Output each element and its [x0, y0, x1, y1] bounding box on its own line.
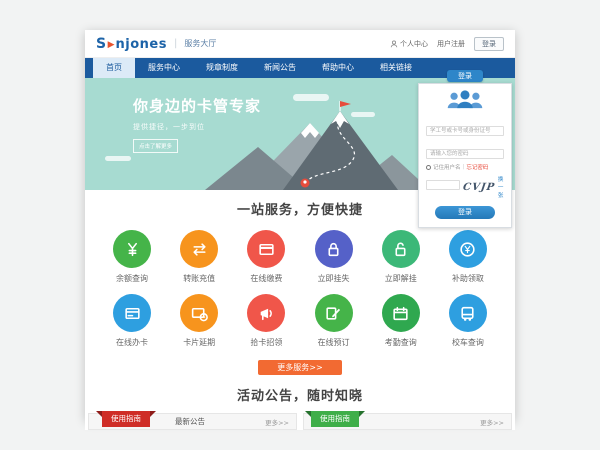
logo[interactable]: S ▶ njones: [96, 36, 167, 52]
service-item-10[interactable]: 考勤查询: [370, 294, 432, 348]
nav-item-2[interactable]: 规章制度: [193, 58, 251, 78]
person-icon: [390, 40, 398, 48]
portal-page: S ▶ njones | 服务大厅 个人中心 用户注册 登录 首页服务中心规章制…: [85, 30, 515, 420]
user-center-label: 个人中心: [400, 39, 428, 49]
nav-item-4[interactable]: 帮助中心: [309, 58, 367, 78]
lock-icon: [315, 230, 353, 268]
guide-ribbon-red[interactable]: 使用指南: [102, 411, 150, 427]
nav-item-5[interactable]: 相关链接: [367, 58, 425, 78]
logo-text-rest: njones: [116, 37, 167, 52]
captcha-image: CVJP: [462, 182, 496, 193]
services-grid: 余额查询转账充值在线缴费立即挂失立即解挂补助领取在线办卡卡片延期拾卡招领在线预订…: [85, 220, 515, 348]
header-login-button[interactable]: 登录: [474, 37, 504, 51]
nav-item-1[interactable]: 服务中心: [135, 58, 193, 78]
service-item-0[interactable]: 余额查询: [101, 230, 163, 284]
card-pay-icon: [247, 230, 285, 268]
users-icon: [426, 89, 504, 113]
more-link-left[interactable]: 更多>>: [265, 417, 289, 427]
service-label: 在线办卡: [101, 337, 163, 348]
card-clock-icon: [180, 294, 218, 332]
service-item-1[interactable]: 转账充值: [168, 230, 230, 284]
login-form: 记住用户名 | 忘记密码 CVJP 换一张 登录: [418, 83, 512, 228]
top-header: S ▶ njones | 服务大厅 个人中心 用户注册 登录: [85, 30, 515, 58]
latest-announcements-tab[interactable]: 最新公告: [175, 416, 205, 427]
service-item-7[interactable]: 卡片延期: [168, 294, 230, 348]
service-label: 转账充值: [168, 273, 230, 284]
user-center-link[interactable]: 个人中心: [390, 39, 428, 49]
service-item-11[interactable]: 校车查询: [437, 294, 499, 348]
nav-item-0[interactable]: 首页: [93, 58, 135, 78]
login-panel: 登录 记住用户名 | 忘记密码 CVJP 换一张: [418, 70, 512, 228]
captcha-refresh-link[interactable]: 换一张: [498, 175, 504, 199]
more-services-button[interactable]: 更多服务>>: [258, 360, 342, 375]
service-label: 补助领取: [437, 273, 499, 284]
hero-subtitle: 提供捷径，一步到位: [133, 122, 261, 132]
login-tab[interactable]: 登录: [447, 70, 483, 82]
service-item-2[interactable]: 在线缴费: [235, 230, 297, 284]
service-label: 考勤查询: [370, 337, 432, 348]
register-label: 用户注册: [437, 39, 465, 49]
guide-ribbon-green[interactable]: 使用指南: [311, 411, 359, 427]
guide-panel-right: 使用指南 更多>>: [303, 413, 512, 430]
service-label: 在线预订: [303, 337, 365, 348]
coin-icon: [449, 230, 487, 268]
service-label: 余额查询: [101, 273, 163, 284]
announcements-title: 活动公告，随时知晓: [85, 385, 515, 404]
logo-text-s: S: [96, 36, 107, 52]
remember-label: 记住用户名: [433, 163, 461, 171]
cloud-shape: [105, 156, 131, 161]
site-name: 服务大厅: [184, 38, 216, 49]
captcha-input[interactable]: [426, 180, 460, 190]
password-input[interactable]: [426, 149, 504, 159]
service-label: 拾卡招领: [235, 337, 297, 348]
service-item-5[interactable]: 补助领取: [437, 230, 499, 284]
nav-item-3[interactable]: 新闻公告: [251, 58, 309, 78]
announcements-section: 活动公告，随时知晓 使用指南 最新公告 更多>> 使用指南 更多>>: [85, 385, 515, 430]
pencil-icon: [315, 294, 353, 332]
service-label: 校车查询: [437, 337, 499, 348]
register-link[interactable]: 用户注册: [437, 39, 465, 49]
transfer-icon: [180, 230, 218, 268]
megaphone-icon: [247, 294, 285, 332]
yen-icon: [113, 230, 151, 268]
service-label: 卡片延期: [168, 337, 230, 348]
hero-cta-button[interactable]: 点击了解更多: [133, 139, 178, 153]
service-item-3[interactable]: 立即挂失: [303, 230, 365, 284]
guide-panel-left: 使用指南 最新公告 更多>>: [88, 413, 297, 430]
username-input[interactable]: [426, 126, 504, 136]
service-label: 立即解挂: [370, 273, 432, 284]
guide-panel-right-header: 使用指南 更多>>: [303, 413, 512, 430]
forgot-password-link[interactable]: 忘记密码: [466, 163, 488, 171]
service-item-8[interactable]: 拾卡招领: [235, 294, 297, 348]
login-options: 记住用户名 | 忘记密码: [426, 163, 504, 171]
bus-icon: [449, 294, 487, 332]
header-right: 个人中心 用户注册 登录: [390, 37, 504, 51]
calendar-icon: [382, 294, 420, 332]
more-link-right[interactable]: 更多>>: [480, 417, 504, 427]
hero-text: 你身边的卡管专家 提供捷径，一步到位 点击了解更多: [133, 95, 261, 153]
announcement-panels: 使用指南 最新公告 更多>> 使用指南 更多>>: [85, 413, 515, 430]
service-item-9[interactable]: 在线预订: [303, 294, 365, 348]
service-label: 在线缴费: [235, 273, 297, 284]
unlock-icon: [382, 230, 420, 268]
card-icon: [113, 294, 151, 332]
hero-title: 你身边的卡管专家: [133, 95, 261, 116]
guide-panel-left-header: 使用指南 最新公告 更多>>: [88, 413, 297, 430]
options-separator: |: [463, 164, 465, 170]
service-label: 立即挂失: [303, 273, 365, 284]
service-item-6[interactable]: 在线办卡: [101, 294, 163, 348]
service-item-4[interactable]: 立即解挂: [370, 230, 432, 284]
header-divider: |: [174, 38, 177, 49]
logo-arrow-icon: ▶: [108, 40, 115, 50]
login-submit-button[interactable]: 登录: [435, 206, 495, 219]
remember-checkbox[interactable]: [426, 165, 431, 170]
captcha-row: CVJP 换一张: [426, 175, 504, 199]
